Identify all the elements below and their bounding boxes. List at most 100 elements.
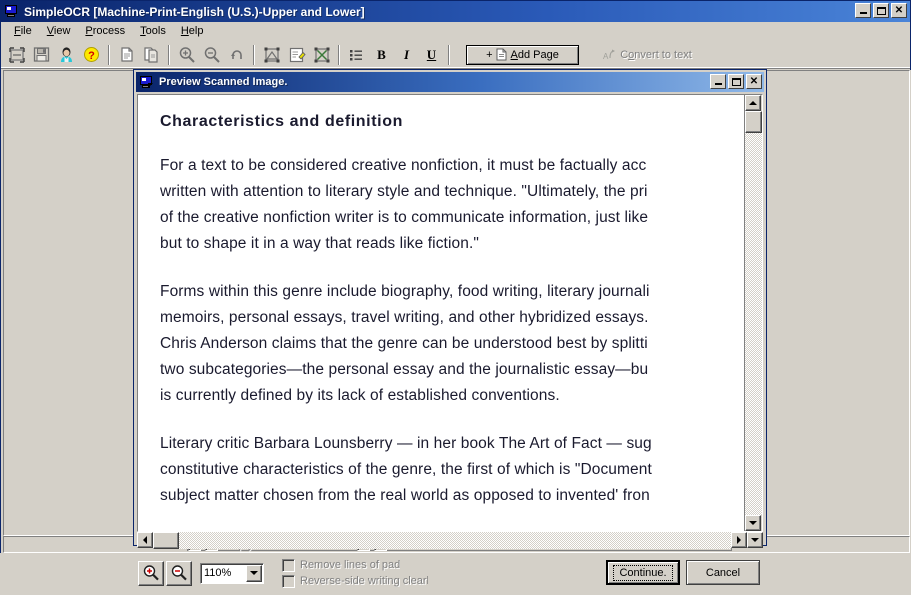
main-titlebar[interactable]: SimpleOCR [Machine-Print-English (U.S.)-… bbox=[1, 1, 910, 22]
toolbar-separator bbox=[448, 44, 450, 65]
maximize-button[interactable] bbox=[873, 3, 889, 18]
delete-zone-icon[interactable] bbox=[309, 43, 334, 67]
horizontal-scroll-thumb[interactable] bbox=[153, 532, 179, 549]
menu-help[interactable]: Help bbox=[174, 23, 212, 39]
list-icon[interactable] bbox=[344, 43, 369, 67]
toolbar-separator bbox=[338, 44, 340, 65]
preview-vertical-scrollbar[interactable] bbox=[745, 95, 762, 531]
dialog-body: Characteristics and definition For a tex… bbox=[137, 94, 763, 549]
zoom-in-icon[interactable] bbox=[174, 43, 199, 67]
document-paragraph-2: Forms within this genre include biograph… bbox=[160, 279, 744, 409]
preview-frame: Characteristics and definition For a tex… bbox=[137, 94, 763, 532]
main-window-controls: ✕ bbox=[855, 3, 907, 18]
menu-file-label: ile bbox=[20, 25, 32, 37]
scanned-document-content: Characteristics and definition For a tex… bbox=[138, 95, 744, 509]
dialog-maximize-button[interactable] bbox=[728, 74, 744, 89]
person-icon[interactable] bbox=[54, 43, 79, 67]
rotate-icon[interactable] bbox=[224, 43, 249, 67]
document-line: constitutive characteristics of the genr… bbox=[160, 461, 652, 478]
bold-icon[interactable]: B bbox=[369, 43, 394, 67]
scan-icon[interactable] bbox=[4, 43, 29, 67]
reverse-side-writing-option[interactable]: Reverse-side writing clearly vis bbox=[282, 574, 428, 588]
add-page-button[interactable]: + Add Page bbox=[466, 44, 579, 65]
toolbar-separator bbox=[168, 44, 170, 65]
save-icon[interactable] bbox=[29, 43, 54, 67]
dialog-close-button[interactable]: ✕ bbox=[746, 74, 762, 89]
document-heading: Characteristics and definition bbox=[160, 113, 403, 130]
help-question-icon[interactable]: ? bbox=[79, 43, 104, 67]
chevron-down-icon[interactable] bbox=[246, 564, 262, 582]
document-line: Literary critic Barbara Lounsberry — in … bbox=[160, 435, 652, 452]
zoom-out-icon[interactable] bbox=[199, 43, 224, 67]
convert-to-text-button[interactable]: A Convert to text bbox=[582, 44, 713, 65]
convert-to-text-label: Convert to text bbox=[620, 48, 692, 61]
vertical-scroll-track[interactable] bbox=[745, 133, 762, 515]
app-title: SimpleOCR [Machine-Print-English (U.S.)-… bbox=[24, 4, 365, 19]
scanned-image-preview[interactable]: Characteristics and definition For a tex… bbox=[138, 95, 745, 531]
document-line: Forms within this genre include biograph… bbox=[160, 283, 650, 300]
italic-icon[interactable]: I bbox=[394, 43, 419, 67]
horizontal-scroll-trough[interactable] bbox=[179, 532, 731, 549]
document-paragraph-1: For a text to be considered creative non… bbox=[160, 153, 744, 257]
convert-icon: A bbox=[603, 48, 617, 61]
underline-icon[interactable]: U bbox=[419, 43, 444, 67]
remove-lines-of-pad-option[interactable]: Remove lines of pad bbox=[282, 558, 428, 572]
close-button[interactable]: ✕ bbox=[891, 3, 907, 18]
continue-button[interactable]: Continue. bbox=[606, 560, 680, 585]
scroll-down-button[interactable] bbox=[745, 515, 761, 531]
app-monitor-icon bbox=[4, 4, 20, 19]
menu-view[interactable]: View bbox=[40, 23, 79, 39]
preview-horizontal-scrollbar[interactable] bbox=[137, 532, 763, 549]
document-line: memoirs, personal essays, travel writing… bbox=[160, 309, 649, 326]
dialog-window-controls: ✕ bbox=[710, 74, 762, 89]
horizontal-scroll-track[interactable] bbox=[153, 532, 731, 549]
document-line: written with attention to literary style… bbox=[160, 183, 648, 200]
menu-process[interactable]: Process bbox=[78, 23, 133, 39]
continue-button-label: Continue. bbox=[613, 564, 673, 581]
add-page-icon bbox=[496, 48, 508, 61]
dialog-minimize-button[interactable] bbox=[710, 74, 726, 89]
toolbar-separator bbox=[253, 44, 255, 65]
document-line: is currently defined by its lack of esta… bbox=[160, 387, 560, 404]
document-line: two subcategories—the personal essay and… bbox=[160, 361, 649, 378]
preview-scanned-image-dialog: Preview Scanned Image. ✕ Characteristics… bbox=[133, 69, 767, 588]
scroll-up-button[interactable] bbox=[745, 95, 761, 111]
dialog-title: Preview Scanned Image. bbox=[159, 76, 288, 88]
select-zone-icon[interactable] bbox=[259, 43, 284, 67]
svg-text:?: ? bbox=[88, 50, 95, 62]
preview-monitor-icon bbox=[139, 75, 155, 90]
document-line: of the creative nonfiction writer is to … bbox=[160, 209, 649, 226]
pages-icon[interactable] bbox=[139, 43, 164, 67]
preview-options: Remove lines of pad Reverse-side writing… bbox=[282, 558, 428, 588]
menu-file[interactable]: File bbox=[7, 23, 40, 39]
zoom-level-combobox[interactable]: 110% bbox=[200, 562, 264, 584]
dialog-titlebar[interactable]: Preview Scanned Image. ✕ bbox=[136, 72, 764, 92]
zoom-in-icon[interactable] bbox=[138, 560, 164, 586]
cancel-button[interactable]: Cancel bbox=[686, 560, 760, 585]
remove-lines-of-pad-checkbox[interactable] bbox=[282, 558, 295, 572]
add-page-label: Add Page bbox=[510, 48, 559, 61]
scroll-right-button[interactable] bbox=[731, 532, 747, 548]
page-icon[interactable] bbox=[114, 43, 139, 67]
zoom-out-icon[interactable] bbox=[166, 560, 192, 586]
document-line: but to shape it in a way that reads like… bbox=[160, 235, 479, 252]
minimize-button[interactable] bbox=[855, 3, 871, 18]
menubar: File View Process Tools Help bbox=[1, 22, 910, 41]
dialog-action-buttons: Continue. Cancel bbox=[606, 560, 760, 585]
toolbar-separator bbox=[108, 44, 110, 65]
remove-lines-of-pad-label: Remove lines of pad bbox=[300, 559, 401, 571]
scroll-left-button[interactable] bbox=[137, 532, 153, 548]
svg-text:A: A bbox=[603, 52, 609, 61]
reverse-side-writing-checkbox[interactable] bbox=[282, 574, 295, 588]
vertical-scroll-thumb[interactable] bbox=[745, 111, 762, 133]
menu-tools[interactable]: Tools bbox=[133, 23, 174, 39]
scroll-down-corner-button[interactable] bbox=[747, 532, 763, 548]
edit-zone-icon[interactable] bbox=[284, 43, 309, 67]
document-line: subject matter chosen from the real worl… bbox=[160, 487, 650, 504]
document-line: For a text to be considered creative non… bbox=[160, 157, 647, 174]
plus-sign: + bbox=[486, 48, 493, 61]
zoom-level-value: 110% bbox=[204, 567, 232, 579]
dialog-footer: 110% Remove lines of pad Reverse-side wr… bbox=[134, 551, 766, 595]
cancel-button-label: Cancel bbox=[705, 566, 741, 579]
document-line: Chris Anderson claims that the genre can… bbox=[160, 335, 648, 352]
